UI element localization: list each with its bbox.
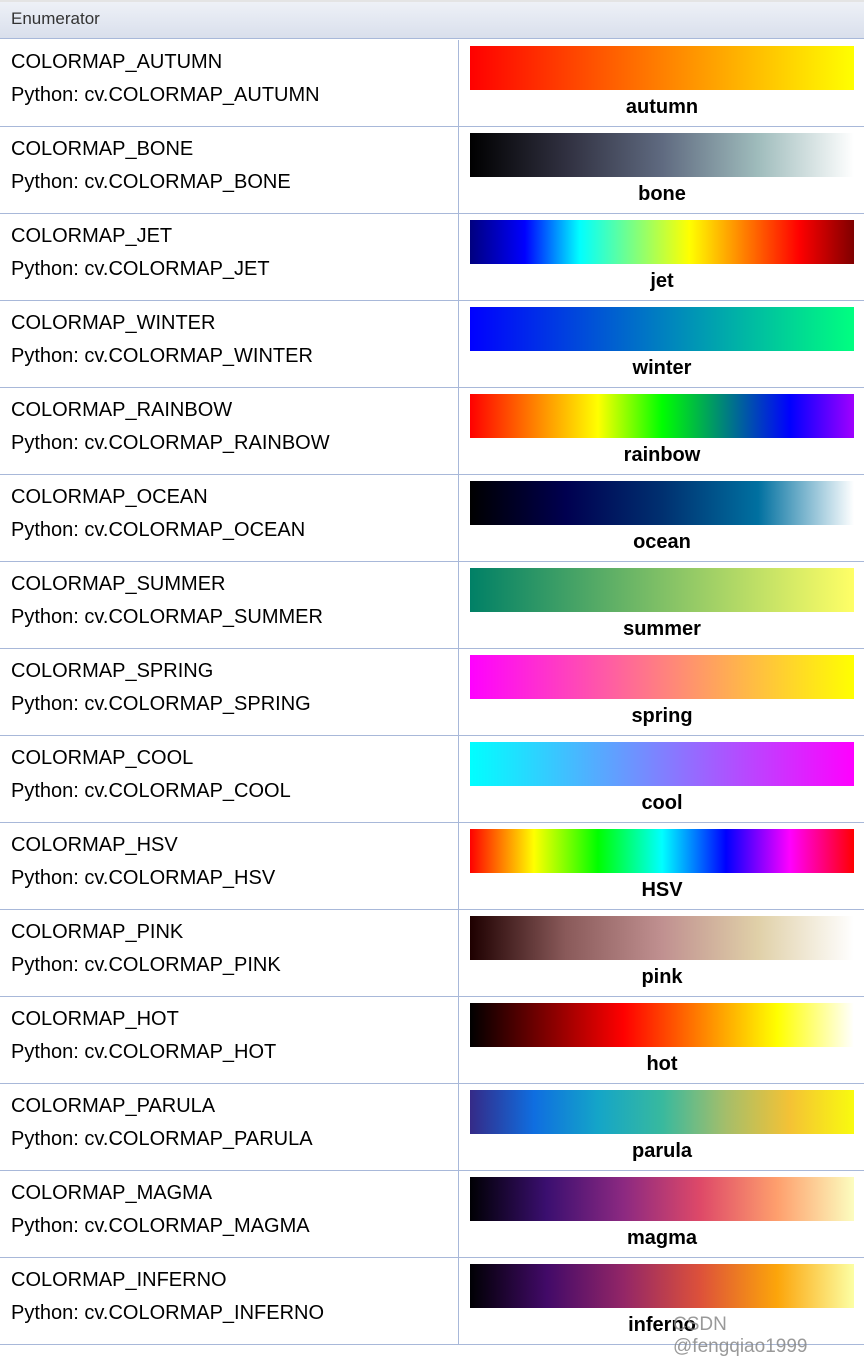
colormap-label: parula: [631, 1140, 693, 1162]
python-name: Python: cv.COLORMAP_HOT: [11, 1041, 277, 1063]
table-row: COLORMAP_OCEAN Python: cv.COLORMAP_OCEAN…: [0, 475, 864, 562]
enum-cell: COLORMAP_PARULA Python: cv.COLORMAP_PARU…: [0, 1084, 459, 1170]
enum-cell: COLORMAP_SPRING Python: cv.COLORMAP_SPRI…: [0, 649, 459, 735]
enum-cell: COLORMAP_HOT Python: cv.COLORMAP_HOT: [0, 997, 459, 1083]
watermark: CSDN @fengqiao1999: [673, 1314, 808, 1357]
header-enumerator: Enumerator: [11, 9, 100, 28]
enum-cell: COLORMAP_HSV Python: cv.COLORMAP_HSV: [0, 823, 459, 909]
enum-name: COLORMAP_HOT: [11, 1008, 179, 1030]
table-row: COLORMAP_AUTUMN Python: cv.COLORMAP_AUTU…: [0, 40, 864, 127]
enum-name: COLORMAP_COOL: [11, 747, 194, 769]
enum-name: COLORMAP_AUTUMN: [11, 51, 223, 73]
table-row: COLORMAP_JET Python: cv.COLORMAP_JET jet: [0, 214, 864, 301]
enum-cell: COLORMAP_JET Python: cv.COLORMAP_JET: [0, 214, 459, 300]
colormap-gradient: [470, 655, 854, 699]
colormap-gradient: [470, 1003, 854, 1047]
colormap-label: HSV: [641, 879, 683, 901]
colormap-gradient: [470, 916, 854, 960]
table-header: Enumerator: [0, 0, 864, 39]
colormap-gradient: [470, 46, 854, 90]
colormap-gradient: [470, 568, 854, 612]
enum-name: COLORMAP_WINTER: [11, 312, 216, 334]
python-name: Python: cv.COLORMAP_COOL: [11, 780, 291, 802]
colormap-label: bone: [638, 183, 686, 205]
enum-name: COLORMAP_INFERNO: [11, 1269, 227, 1291]
table-row: COLORMAP_COOL Python: cv.COLORMAP_COOL c…: [0, 736, 864, 823]
colormap-gradient: [470, 1090, 854, 1134]
table-row: COLORMAP_RAINBOW Python: cv.COLORMAP_RAI…: [0, 388, 864, 475]
colormap-label: summer: [623, 618, 701, 640]
python-name: Python: cv.COLORMAP_MAGMA: [11, 1215, 310, 1237]
enum-name: COLORMAP_PINK: [11, 921, 184, 943]
python-name: Python: cv.COLORMAP_PARULA: [11, 1128, 313, 1150]
enum-name: COLORMAP_BONE: [11, 138, 194, 160]
colormap-gradient: [470, 1264, 854, 1308]
colormap-gradient: [470, 829, 854, 873]
enum-name: COLORMAP_JET: [11, 225, 173, 247]
colormap-label: spring: [631, 705, 693, 727]
table-row: COLORMAP_PARULA Python: cv.COLORMAP_PARU…: [0, 1084, 864, 1171]
table-row: COLORMAP_PINK Python: cv.COLORMAP_PINK p…: [0, 910, 864, 997]
colormap-label: pink: [641, 966, 683, 988]
table-row: COLORMAP_MAGMA Python: cv.COLORMAP_MAGMA…: [0, 1171, 864, 1258]
python-name: Python: cv.COLORMAP_PINK: [11, 954, 281, 976]
python-name: Python: cv.COLORMAP_RAINBOW: [11, 432, 330, 454]
enum-cell: COLORMAP_BONE Python: cv.COLORMAP_BONE: [0, 127, 459, 213]
enum-name: COLORMAP_SUMMER: [11, 573, 226, 595]
table-row: COLORMAP_SPRING Python: cv.COLORMAP_SPRI…: [0, 649, 864, 736]
enum-cell: COLORMAP_SUMMER Python: cv.COLORMAP_SUMM…: [0, 562, 459, 648]
colormap-gradient: [470, 481, 854, 525]
table-row: COLORMAP_HSV Python: cv.COLORMAP_HSV HSV: [0, 823, 864, 910]
colormap-label: ocean: [633, 531, 691, 553]
enum-cell: COLORMAP_AUTUMN Python: cv.COLORMAP_AUTU…: [0, 40, 459, 126]
python-name: Python: cv.COLORMAP_INFERNO: [11, 1302, 325, 1324]
python-name: Python: cv.COLORMAP_SUMMER: [11, 606, 323, 628]
colormap-gradient: [470, 394, 854, 438]
enum-name: COLORMAP_HSV: [11, 834, 178, 856]
python-name: Python: cv.COLORMAP_AUTUMN: [11, 84, 320, 106]
table-row: COLORMAP_BONE Python: cv.COLORMAP_BONE b…: [0, 127, 864, 214]
enum-cell: COLORMAP_COOL Python: cv.COLORMAP_COOL: [0, 736, 459, 822]
table-row: COLORMAP_SUMMER Python: cv.COLORMAP_SUMM…: [0, 562, 864, 649]
colormap-label: autumn: [625, 96, 699, 118]
python-name: Python: cv.COLORMAP_JET: [11, 258, 270, 280]
colormap-gradient: [470, 307, 854, 351]
colormap-label: winter: [632, 357, 692, 379]
colormap-label: cool: [641, 792, 683, 814]
enum-cell: COLORMAP_WINTER Python: cv.COLORMAP_WINT…: [0, 301, 459, 387]
enum-cell: COLORMAP_RAINBOW Python: cv.COLORMAP_RAI…: [0, 388, 459, 474]
enum-name: COLORMAP_MAGMA: [11, 1182, 213, 1204]
colormap-label: magma: [626, 1227, 698, 1249]
enum-name: COLORMAP_RAINBOW: [11, 399, 233, 421]
colormap-label: jet: [650, 270, 674, 292]
colormap-label: hot: [646, 1053, 678, 1075]
colormap-gradient: [470, 1177, 854, 1221]
enum-cell: COLORMAP_MAGMA Python: cv.COLORMAP_MAGMA: [0, 1171, 459, 1257]
table-row: COLORMAP_WINTER Python: cv.COLORMAP_WINT…: [0, 301, 864, 388]
colormap-gradient: [470, 220, 854, 264]
enum-cell: COLORMAP_PINK Python: cv.COLORMAP_PINK: [0, 910, 459, 996]
python-name: Python: cv.COLORMAP_HSV: [11, 867, 276, 889]
colormap-gradient: [470, 742, 854, 786]
enum-name: COLORMAP_OCEAN: [11, 486, 208, 508]
colormap-gradient: [470, 133, 854, 177]
enum-name: COLORMAP_SPRING: [11, 660, 214, 682]
colormap-label: rainbow: [623, 444, 701, 466]
enum-name: COLORMAP_PARULA: [11, 1095, 216, 1117]
python-name: Python: cv.COLORMAP_SPRING: [11, 693, 311, 715]
python-name: Python: cv.COLORMAP_OCEAN: [11, 519, 306, 541]
enum-cell: COLORMAP_OCEAN Python: cv.COLORMAP_OCEAN: [0, 475, 459, 561]
enum-cell: COLORMAP_INFERNO Python: cv.COLORMAP_INF…: [0, 1258, 459, 1344]
table-row: COLORMAP_HOT Python: cv.COLORMAP_HOT hot: [0, 997, 864, 1084]
python-name: Python: cv.COLORMAP_BONE: [11, 171, 291, 193]
python-name: Python: cv.COLORMAP_WINTER: [11, 345, 313, 367]
